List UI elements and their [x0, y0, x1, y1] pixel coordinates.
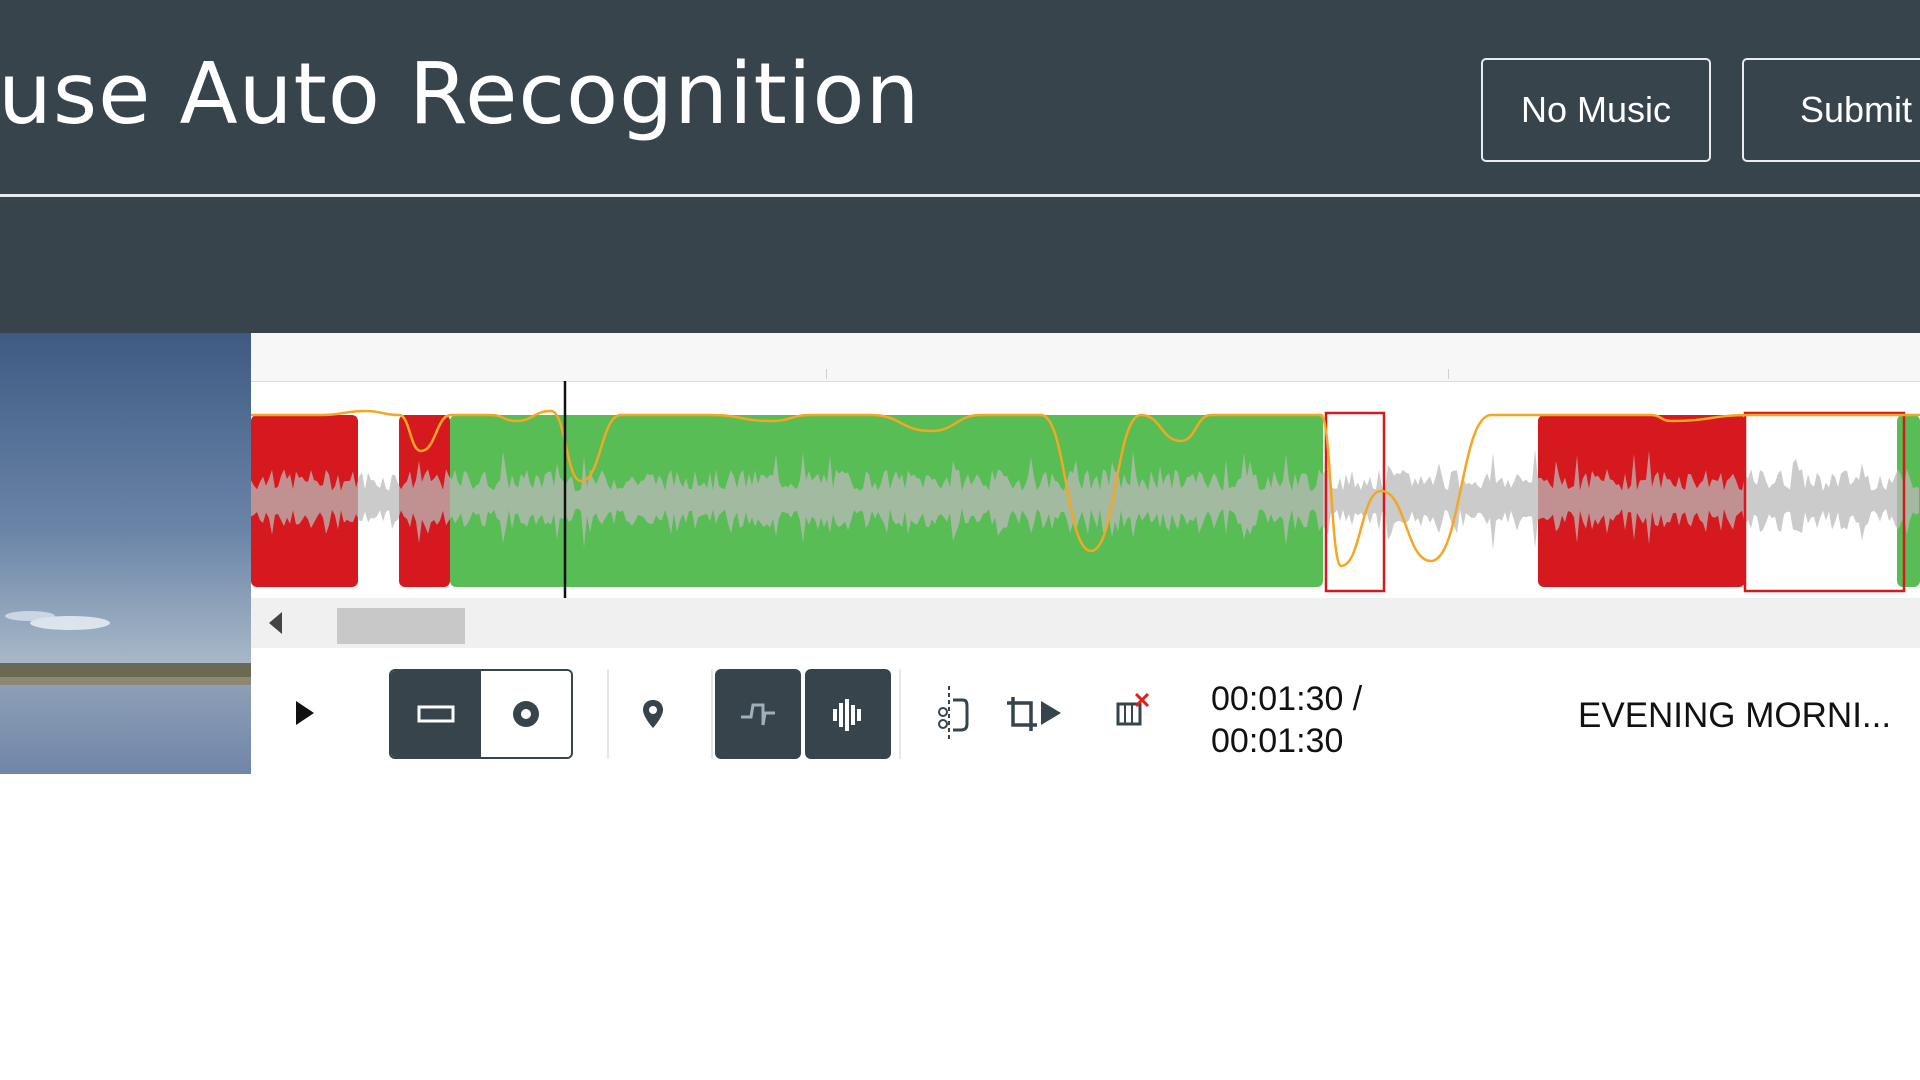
- crop-play-icon: [1007, 697, 1061, 731]
- scroll-left-arrow-icon[interactable]: [269, 612, 282, 634]
- split-button[interactable]: [931, 681, 975, 745]
- beat-button[interactable]: [715, 669, 801, 759]
- scroll-thumb[interactable]: [337, 608, 465, 644]
- landscape-image: [0, 333, 251, 774]
- waveform-icon: [833, 699, 861, 731]
- page-title: use Auto Recognition: [0, 45, 921, 144]
- toolbar-separator: [899, 669, 901, 759]
- timeline-ruler[interactable]: [251, 333, 1920, 382]
- rectangle-mode-icon: [417, 705, 455, 723]
- audio-editor: 00:01:30 / 00:01:30 EVENING MORNI...: [251, 333, 1920, 774]
- marker-button[interactable]: [634, 695, 672, 735]
- beat-icon: [741, 703, 775, 726]
- track-title: EVENING MORNI...: [1578, 696, 1892, 735]
- delete-segment-icon: [1116, 692, 1150, 726]
- delete-segment-button[interactable]: [1111, 689, 1153, 733]
- total-time: 00:01:30: [1211, 722, 1344, 760]
- ruler-tick: [826, 369, 827, 379]
- horizontal-scrollbar[interactable]: [251, 598, 1920, 648]
- submit-button[interactable]: Submit: [1742, 58, 1920, 162]
- play-button[interactable]: [291, 693, 319, 733]
- page-header: use Auto Recognition No Music Submit: [0, 0, 1920, 333]
- crop-play-button[interactable]: [1003, 689, 1069, 737]
- circle-mode-icon: [513, 701, 539, 727]
- waveform-button[interactable]: [805, 669, 891, 759]
- circle-mode-button[interactable]: [481, 671, 571, 757]
- header-divider: [0, 194, 1920, 197]
- video-thumbnail[interactable]: [0, 333, 251, 774]
- location-pin-icon: [643, 700, 663, 728]
- toolbar-separator: [711, 669, 713, 759]
- no-music-button[interactable]: No Music: [1481, 58, 1711, 162]
- play-icon: [296, 701, 314, 725]
- ruler-tick: [1448, 369, 1449, 379]
- current-time: 00:01:30 /: [1211, 680, 1363, 718]
- rectangle-mode-button[interactable]: [391, 671, 481, 757]
- time-display: 00:01:30 / 00:01:30: [1211, 678, 1362, 762]
- player-toolbar: 00:01:30 / 00:01:30 EVENING MORNI...: [251, 655, 1920, 771]
- split-icon: [938, 686, 969, 742]
- mode-toggle: [389, 669, 573, 759]
- toolbar-separator: [607, 669, 609, 759]
- waveform-canvas[interactable]: [251, 381, 1920, 598]
